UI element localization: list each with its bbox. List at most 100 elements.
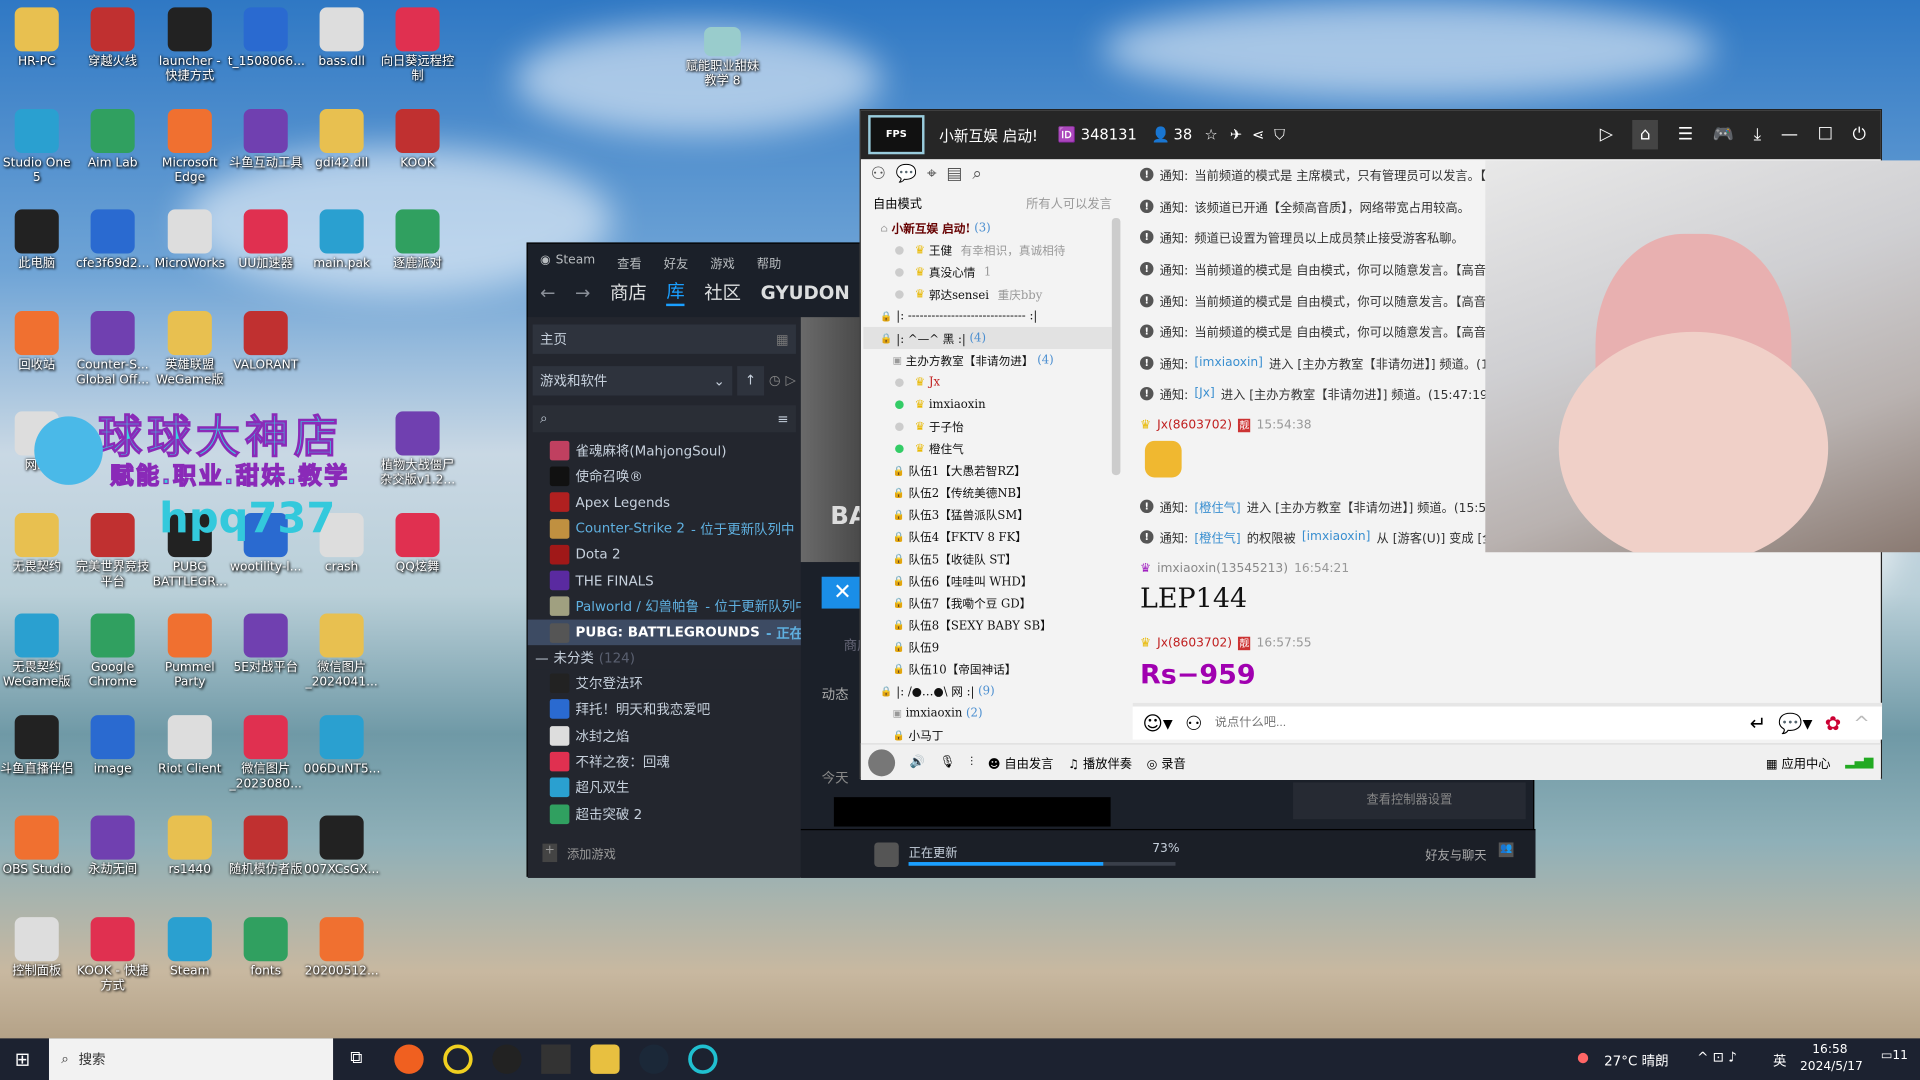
game-list-item[interactable]: 冰封之焰: [528, 722, 801, 748]
desktop-icon[interactable]: Steam: [152, 916, 228, 979]
taskbar-search[interactable]: ⌕ 搜索: [48, 1038, 334, 1080]
grid-view-icon[interactable]: ▦: [776, 331, 796, 347]
desktop-icon[interactable]: 20200512...: [304, 916, 380, 979]
channel-item[interactable]: 🔒 小马丁: [863, 724, 1112, 743]
notice-board-icon[interactable]: ▤: [946, 164, 962, 184]
channel-user[interactable]: ♛ 郭达sensei 重庆bby: [863, 283, 1112, 305]
desktop-icon[interactable]: gdi42.dll: [304, 108, 380, 170]
game-list-item[interactable]: PUBG: BATTLEGROUNDS - 正在启动: [527, 619, 801, 646]
channel-user[interactable]: ♛ 真没心情 1: [863, 261, 1112, 283]
minimize-icon[interactable]: —: [1781, 125, 1798, 145]
channel-item[interactable]: 🔒 |: ^—^ 黑 :| (4): [863, 326, 1112, 349]
library-search-input[interactable]: ⌕ ≡: [532, 405, 796, 433]
menu-view[interactable]: 查看: [617, 253, 641, 271]
nav-profile[interactable]: GYUDON: [761, 281, 850, 303]
desktop-icon[interactable]: Riot Client: [152, 714, 228, 776]
desktop-icon[interactable]: UU加速器: [228, 209, 304, 271]
channel-item[interactable]: 🔒 队伍5【收徒队 ST】: [863, 547, 1112, 569]
desktop-icon[interactable]: QQ炫舞: [380, 512, 456, 574]
desktop-icon[interactable]: Pummel Party: [152, 613, 228, 690]
desktop-icon[interactable]: fonts: [228, 916, 304, 979]
channel-item[interactable]: 🔒 队伍1【大愚若智RZ】: [863, 459, 1112, 481]
desktop-icon[interactable]: Google Chrome: [75, 613, 151, 690]
desktop-icon[interactable]: 回收站: [0, 310, 75, 372]
chat-bubble-icon[interactable]: 💬: [896, 164, 917, 184]
sort-up-icon[interactable]: ↑: [737, 366, 764, 396]
nav-community[interactable]: 社区: [704, 279, 741, 305]
channel-item[interactable]: 🔒 队伍2【传统美德NB】: [863, 481, 1112, 503]
desktop-icon[interactable]: 斗鱼直播伴侣: [0, 714, 75, 776]
desktop-icon[interactable]: 穿越火线: [75, 7, 151, 69]
close-icon[interactable]: ✕: [821, 576, 864, 609]
mic-icon[interactable]: 🎙: [940, 756, 956, 769]
channel-user[interactable]: ♛ Jx: [863, 371, 1112, 393]
gamepad-icon[interactable]: 🎮: [1713, 125, 1734, 145]
desktop-icon[interactable]: 微信图片_2024041...: [304, 613, 380, 690]
taskbar-app-studio-icon[interactable]: [541, 1044, 571, 1074]
desktop-icon[interactable]: 植物大战僵尸杂交版v1.2...: [380, 411, 456, 488]
channel-user[interactable]: ♛ 橙住气: [863, 437, 1112, 459]
game-list-item[interactable]: Apex Legends: [528, 489, 801, 515]
desktop-icon[interactable]: 完美世界竞技平台: [75, 512, 151, 589]
shield-icon[interactable]: ⛉: [1274, 126, 1285, 144]
friends-icon[interactable]: 👥: [1498, 842, 1514, 858]
desktop-icon[interactable]: 赋能职业甜妹教学 8: [683, 26, 761, 89]
star-icon[interactable]: ☆: [1204, 126, 1217, 143]
channel-item[interactable]: 🔒 |: /●…●\ 网 :| (9): [863, 680, 1112, 702]
desktop-icon[interactable]: 微信图片_2023080...: [228, 714, 304, 791]
add-game-button[interactable]: + 添加游戏: [542, 843, 616, 863]
channel-item[interactable]: 🔒 队伍7【我嘞个豆 GD】: [863, 591, 1112, 613]
desktop-icon[interactable]: bass.dll: [304, 7, 380, 69]
desktop-icon[interactable]: 随机模仿者版: [228, 815, 304, 878]
desktop-icon[interactable]: 无畏契约 WeGame版: [0, 613, 75, 690]
game-list-item[interactable]: 超凡双生: [528, 775, 801, 801]
nav-library[interactable]: 库: [666, 278, 685, 307]
channel-user[interactable]: ♛ 王健 有幸相识，真诚相待: [863, 239, 1112, 261]
clock-time[interactable]: 16:58: [1812, 1043, 1847, 1056]
game-list-item[interactable]: 使命召唤®: [528, 463, 801, 489]
home-icon[interactable]: ⌂: [1632, 120, 1659, 150]
play-music-button[interactable]: ♫ 播放伴奏: [1068, 753, 1132, 771]
taskbar-app-uu-icon[interactable]: [688, 1044, 718, 1074]
channel-item[interactable]: ⌂ 小新互娱 启动! (3): [863, 217, 1112, 239]
video-icon[interactable]: ▷: [1600, 125, 1613, 145]
channel-item[interactable]: ▣ 主办方教室【非请勿进】 (4): [863, 349, 1112, 371]
desktop-icon[interactable]: Microsoft Edge: [152, 108, 228, 185]
taskbar-app-steam-icon[interactable]: [639, 1044, 669, 1074]
desktop-icon[interactable]: 控制面板: [0, 916, 75, 979]
back-arrow-icon[interactable]: ←: [540, 281, 555, 303]
chat-input[interactable]: [1214, 716, 1738, 730]
desktop-icon[interactable]: 向日葵远程控制: [380, 7, 456, 84]
desktop-icon[interactable]: MicroWorks: [152, 209, 228, 271]
search-icon[interactable]: ⌕: [972, 164, 982, 184]
task-view-icon[interactable]: ⧉: [350, 1048, 362, 1068]
weather[interactable]: 27°C 晴朗: [1604, 1051, 1669, 1071]
taskbar-app-ring-icon[interactable]: [443, 1044, 473, 1074]
share-icon[interactable]: ⋖: [1252, 126, 1264, 143]
taskbar-app-douyu-icon[interactable]: [394, 1044, 424, 1074]
channel-item[interactable]: 🔒 队伍10【帝国神话】: [863, 658, 1112, 680]
bubble-icon[interactable]: 💬▾: [1778, 711, 1812, 734]
taskbar-app-chat-icon[interactable]: [590, 1044, 620, 1074]
desktop-icon[interactable]: main.pak: [304, 209, 380, 271]
desktop-icon[interactable]: 007XCsGX...: [304, 815, 380, 878]
channel-item[interactable]: 🔒 队伍8【SEXY BABY SB】: [863, 613, 1112, 635]
maximize-icon[interactable]: ☐: [1818, 125, 1833, 145]
forward-arrow-icon[interactable]: →: [575, 281, 590, 303]
location-icon[interactable]: ⌖: [927, 164, 937, 184]
desktop-icon[interactable]: OBS Studio: [0, 815, 75, 878]
flower-icon[interactable]: ✿: [1825, 711, 1841, 734]
free-speech-button[interactable]: ☻ 自由发言: [988, 753, 1054, 771]
category-uncategorized[interactable]: — 未分类 (124): [527, 645, 801, 671]
desktop-icon[interactable]: KOOK - 快捷方式: [75, 916, 151, 994]
desktop-icon[interactable]: Studio One 5: [0, 108, 75, 185]
desktop-icon[interactable]: launcher - 快捷方式: [152, 7, 228, 84]
game-list-item[interactable]: 雀魂麻将(MahjongSoul): [528, 437, 801, 463]
desktop-icon[interactable]: 永劫无间: [75, 815, 151, 878]
game-list-item[interactable]: Palworld / 幻兽帕鲁 - 位于更新队列中: [528, 594, 801, 620]
channel-item[interactable]: 🔒 队伍3【猛兽派队SM】: [863, 503, 1112, 525]
channel-user[interactable]: ♛ 于子怡: [863, 415, 1112, 437]
desktop-icon[interactable]: rs1440: [152, 815, 228, 878]
game-list-item[interactable]: Counter-Strike 2 - 位于更新队列中: [528, 515, 801, 541]
sticker-icon[interactable]: ⚇: [1185, 711, 1203, 734]
